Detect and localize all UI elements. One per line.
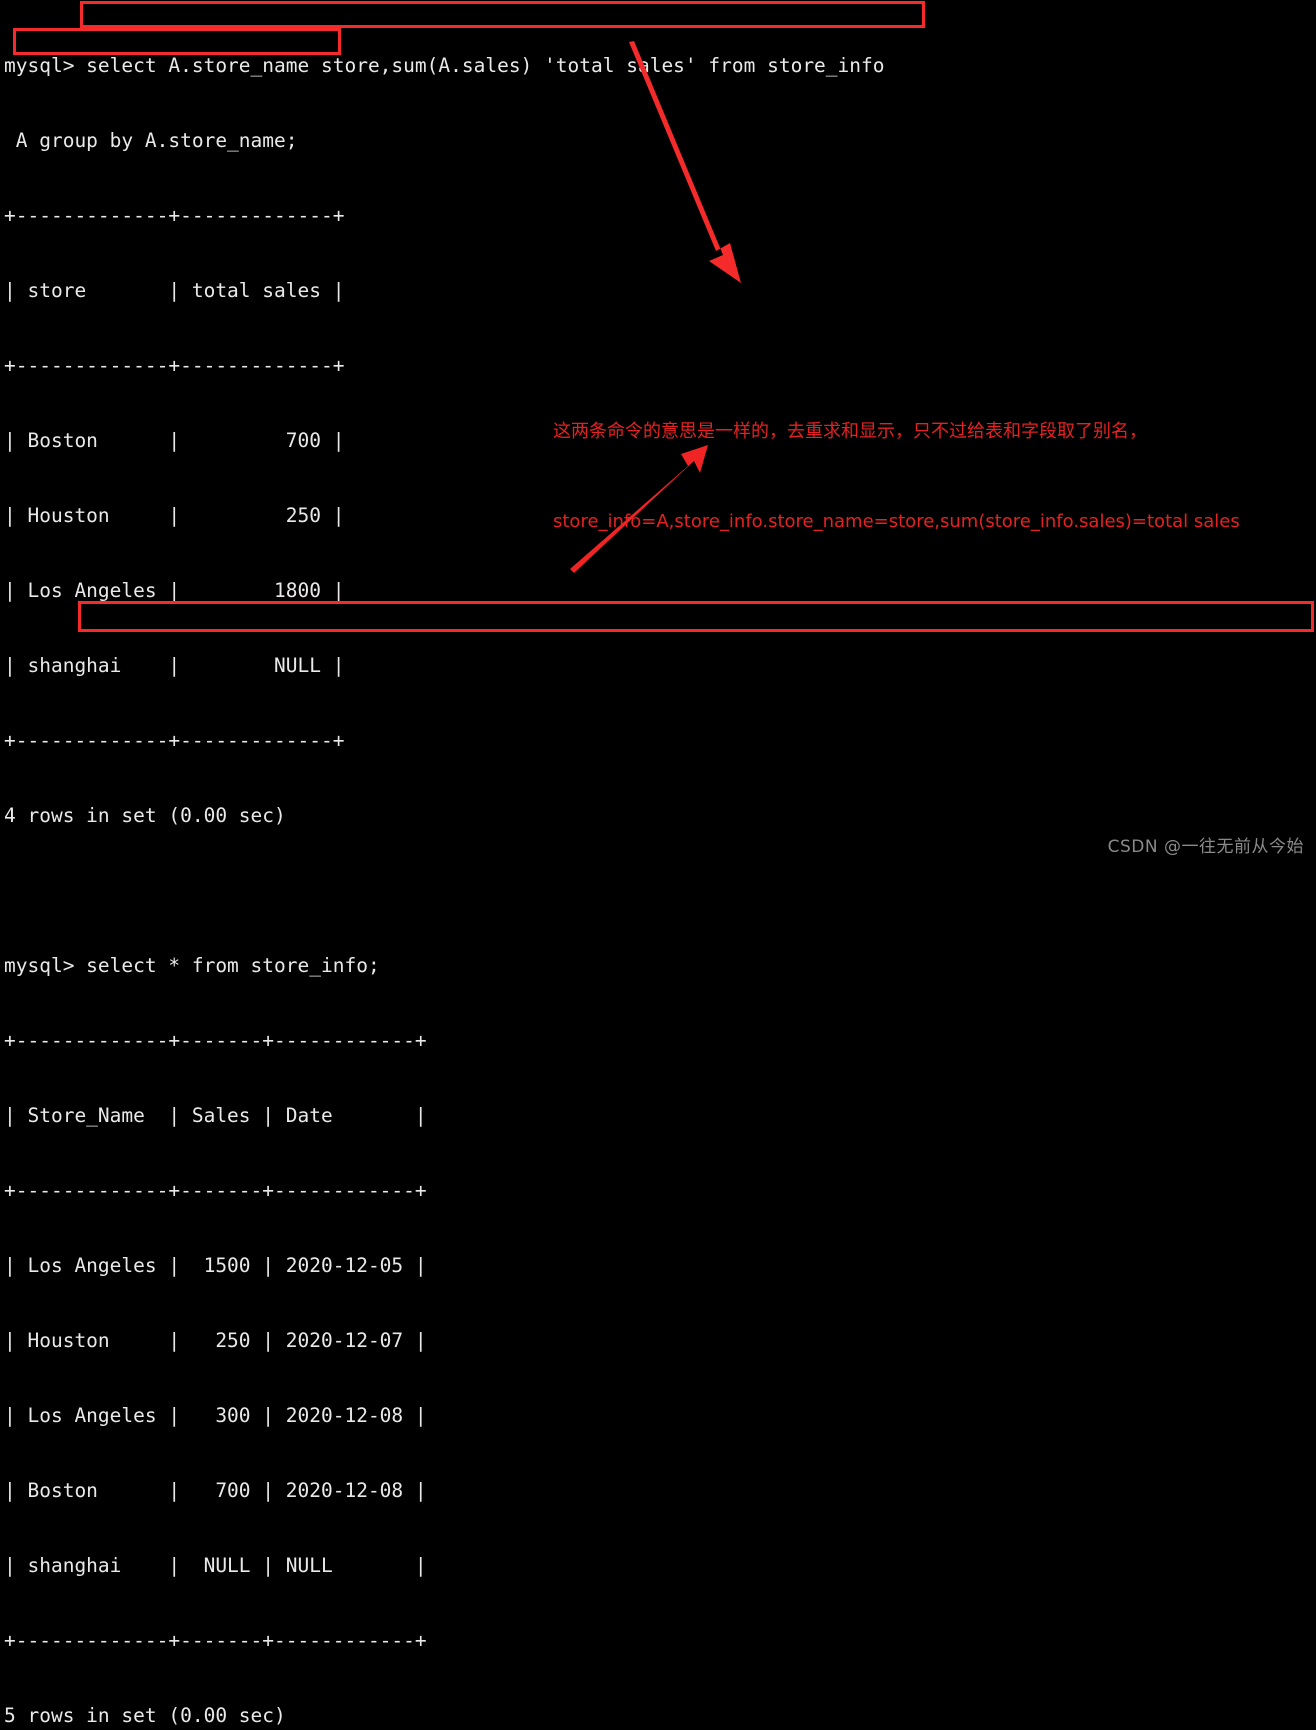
terminal-line: +-------------+-------------+ (4, 729, 345, 752)
annotation-note: 这两条命令的意思是一样的，去重求和显示，只不过给表和字段取了别名， store_… (553, 357, 1293, 567)
terminal-line: mysql> select A.store_name store,sum(A.s… (4, 54, 885, 77)
terminal-line: | Los Angeles | 1500 | 2020-12-05 | (4, 1254, 427, 1277)
terminal-line: +-------------+-------+------------+ (4, 1029, 427, 1052)
terminal-line: 5 rows in set (0.00 sec) (4, 1704, 286, 1727)
terminal-line: | Store_Name | Sales | Date | (4, 1104, 427, 1127)
terminal-line: | shanghai | NULL | (4, 654, 345, 677)
csdn-watermark: CSDN @一往无前从今始 (1107, 837, 1304, 857)
terminal-line: +-------------+-------------+ (4, 204, 345, 227)
terminal-line: | store | total sales | (4, 279, 345, 302)
terminal-line: mysql> select * from store_info; (4, 954, 380, 977)
terminal-line: A group by A.store_name; (4, 129, 298, 152)
terminal-line: +-------------+-------+------------+ (4, 1629, 427, 1652)
terminal-line: | Houston | 250 | 2020-12-07 | (4, 1329, 427, 1352)
terminal-line: | Boston | 700 | 2020-12-08 | (4, 1479, 427, 1502)
terminal-line: 4 rows in set (0.00 sec) (4, 804, 286, 827)
terminal-line: | shanghai | NULL | NULL | (4, 1554, 427, 1577)
annotation-note-line-2: store_info=A,store_info.store_name=store… (553, 511, 1240, 532)
terminal-line: +-------------+-------+------------+ (4, 1179, 427, 1202)
terminal-line: | Los Angeles | 1800 | (4, 579, 345, 602)
terminal-line: | Los Angeles | 300 | 2020-12-08 | (4, 1404, 427, 1427)
annotation-note-line-1: 这两条命令的意思是一样的，去重求和显示，只不过给表和字段取了别名， (553, 421, 1147, 442)
